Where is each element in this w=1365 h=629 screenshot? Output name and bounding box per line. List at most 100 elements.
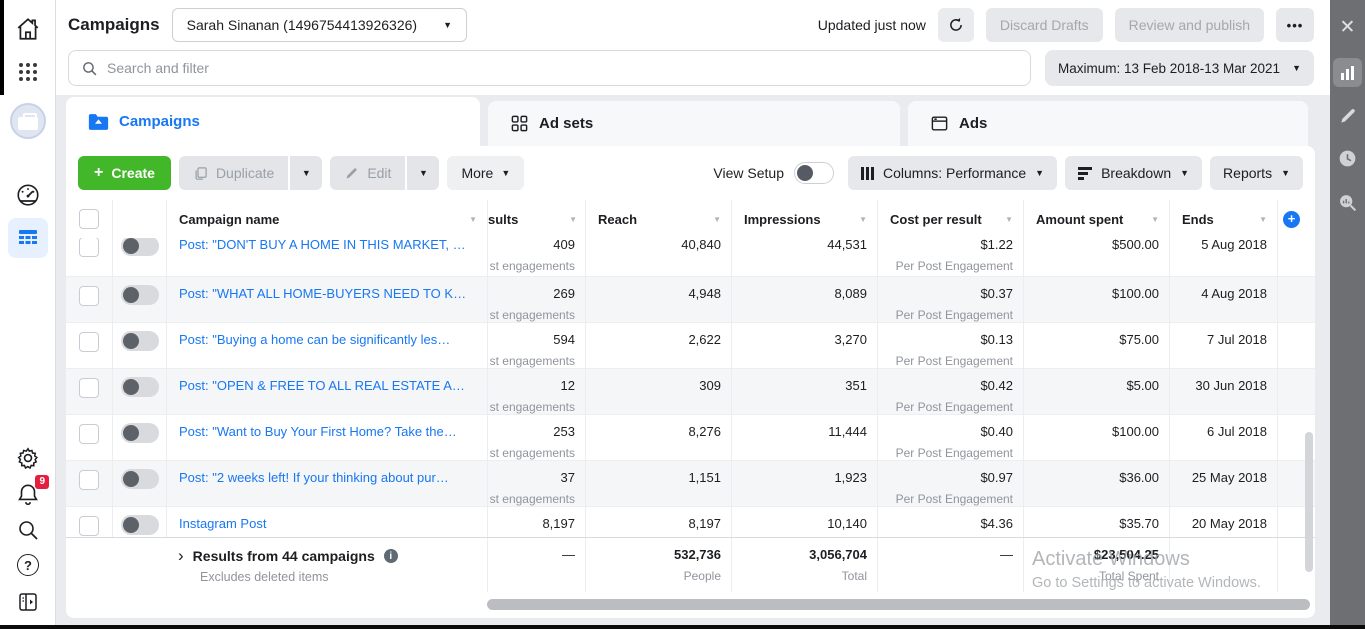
left-sidebar: 9 ? — [0, 0, 56, 629]
tab-ad-sets[interactable]: Ad sets — [488, 101, 900, 146]
review-and-publish-button[interactable]: Review and publish — [1115, 8, 1264, 42]
tab-ad-sets-label: Ad sets — [539, 115, 593, 132]
duplicate-button-group: Duplicate ▼ — [179, 156, 322, 190]
campaign-name-header-label: Campaign name — [179, 212, 279, 227]
results-value: 269 — [488, 277, 575, 301]
results-value: 12 — [488, 369, 575, 393]
campaign-name-link[interactable]: Post: "Buying a home can be significantl… — [179, 323, 477, 347]
discard-drafts-button[interactable]: Discard Drafts — [986, 8, 1103, 42]
edit-button[interactable]: Edit — [330, 156, 405, 190]
tab-ads[interactable]: Ads — [908, 101, 1308, 146]
gear-icon — [15, 445, 41, 471]
row-checkbox[interactable] — [79, 332, 99, 352]
cost-value: $1.22 — [890, 238, 1013, 252]
campaign-active-toggle[interactable] — [121, 469, 159, 489]
campaign-active-toggle[interactable] — [121, 423, 159, 443]
more-actions-button[interactable]: More ▼ — [447, 156, 524, 190]
sidebar-item-search[interactable] — [0, 518, 56, 542]
row-checkbox[interactable] — [79, 378, 99, 398]
sidebar-item-home[interactable] — [0, 16, 56, 42]
impressions-value: 3,270 — [744, 323, 867, 347]
table-row: Post: "WHAT ALL HOME-BUYERS NEED TO K… 2… — [66, 276, 1315, 322]
sidebar-item-notifications[interactable]: 9 — [0, 481, 56, 512]
column-header-campaign-name[interactable]: Campaign name▼ — [166, 200, 487, 238]
column-header-results[interactable]: sults▼ — [487, 200, 585, 238]
table-header: Campaign name▼ sults▼ Reach▼ Impressions… — [66, 200, 1315, 238]
cost-value: $0.97 — [890, 461, 1013, 485]
search-bar[interactable] — [68, 50, 1031, 86]
row-checkbox[interactable] — [79, 286, 99, 306]
plus-icon: + — [94, 164, 103, 182]
view-setup-label: View Setup — [713, 165, 784, 181]
create-button[interactable]: + Create — [78, 156, 171, 190]
date-range-selector[interactable]: Maximum: 13 Feb 2018-13 Mar 2021 ▼ — [1045, 50, 1314, 86]
duplicate-button[interactable]: Duplicate — [179, 156, 288, 190]
row-checkbox[interactable] — [79, 516, 99, 536]
info-icon[interactable]: i — [384, 549, 398, 563]
more-options-button[interactable]: ••• — [1276, 8, 1314, 42]
campaign-name-link[interactable]: Post: "DON'T BUY A HOME IN THIS MARKET, … — [179, 238, 477, 252]
column-header-ends[interactable]: Ends▼ — [1169, 200, 1277, 238]
column-header-reach[interactable]: Reach▼ — [585, 200, 731, 238]
chevron-down-icon: ▼ — [302, 168, 311, 178]
edit-dropdown-button[interactable]: ▼ — [407, 156, 439, 190]
column-header-amount-spent[interactable]: Amount spent▼ — [1023, 200, 1169, 238]
column-header-impressions[interactable]: Impressions▼ — [731, 200, 877, 238]
updated-status: Updated just now — [818, 17, 926, 33]
select-all-checkbox[interactable] — [79, 209, 99, 229]
reports-button[interactable]: Reports ▼ — [1210, 156, 1303, 190]
refresh-button[interactable] — [938, 8, 974, 42]
sidebar-item-ads-manager[interactable] — [0, 103, 56, 139]
row-checkbox[interactable] — [79, 470, 99, 490]
performance-charts-button[interactable] — [1330, 58, 1365, 87]
inspect-button[interactable] — [1330, 192, 1365, 213]
summary-spent-sub: Total Spent — [1036, 569, 1159, 583]
sidebar-item-apps[interactable] — [0, 60, 56, 84]
close-button[interactable]: ✕ — [1330, 18, 1365, 37]
sidebar-item-settings[interactable] — [0, 445, 56, 471]
tab-campaigns[interactable]: Campaigns — [66, 97, 480, 146]
sidebar-item-help[interactable]: ? — [0, 554, 56, 576]
campaigns-panel: + Create Duplicate ▼ Edit ▼ — [66, 146, 1315, 618]
duplicate-icon — [193, 166, 208, 181]
cost-sub-label: Per Post Engagement — [890, 354, 1013, 368]
impressions-value: 11,444 — [744, 415, 867, 439]
campaign-active-toggle[interactable] — [121, 377, 159, 397]
expand-summary-chevron[interactable]: › — [178, 549, 184, 563]
edit-button-label: Edit — [367, 165, 391, 181]
reach-value: 309 — [598, 369, 721, 393]
campaign-active-toggle[interactable] — [121, 331, 159, 351]
columns-button[interactable]: Columns: Performance ▼ — [848, 156, 1057, 190]
account-selector[interactable]: Sarah Sinanan (1496754413926326) ▼ — [172, 8, 467, 42]
sidebar-item-expand-panel[interactable] — [0, 590, 56, 614]
campaign-name-link[interactable]: Post: "OPEN & FREE TO ALL REAL ESTATE A… — [179, 369, 477, 393]
sidebar-item-campaigns-table[interactable] — [0, 218, 56, 258]
reach-value: 2,622 — [598, 323, 721, 347]
cost-value: $0.42 — [890, 369, 1013, 393]
reach-value: 8,276 — [598, 415, 721, 439]
sort-caret-icon: ▼ — [859, 215, 867, 224]
campaign-name-link[interactable]: Instagram Post — [179, 507, 477, 531]
column-header-cost-per-result[interactable]: Cost per result▼ — [877, 200, 1023, 238]
sidebar-item-dashboard[interactable] — [0, 182, 56, 208]
edit-button-group: Edit ▼ — [330, 156, 439, 190]
cost-value: $0.13 — [890, 323, 1013, 347]
campaign-active-toggle[interactable] — [121, 285, 159, 305]
campaign-active-toggle[interactable] — [121, 515, 159, 535]
edit-panel-button[interactable] — [1330, 106, 1365, 126]
horizontal-scrollbar-thumb[interactable] — [487, 599, 1310, 610]
campaign-name-link[interactable]: Post: "Want to Buy Your First Home? Take… — [179, 415, 477, 439]
campaign-name-link[interactable]: Post: "2 weeks left! If your thinking ab… — [179, 461, 477, 485]
add-column-button[interactable]: + — [1283, 211, 1300, 228]
duplicate-dropdown-button[interactable]: ▼ — [290, 156, 322, 190]
impressions-value: 10,140 — [744, 507, 867, 531]
vertical-scrollbar-thumb[interactable] — [1305, 432, 1313, 572]
view-setup-toggle[interactable] — [794, 162, 834, 184]
row-checkbox[interactable] — [79, 238, 99, 257]
search-input[interactable] — [107, 60, 1018, 76]
campaign-active-toggle[interactable] — [121, 238, 159, 256]
campaign-name-link[interactable]: Post: "WHAT ALL HOME-BUYERS NEED TO K… — [179, 277, 477, 301]
history-button[interactable] — [1330, 148, 1365, 169]
row-checkbox[interactable] — [79, 424, 99, 444]
breakdown-button[interactable]: Breakdown ▼ — [1065, 156, 1202, 190]
